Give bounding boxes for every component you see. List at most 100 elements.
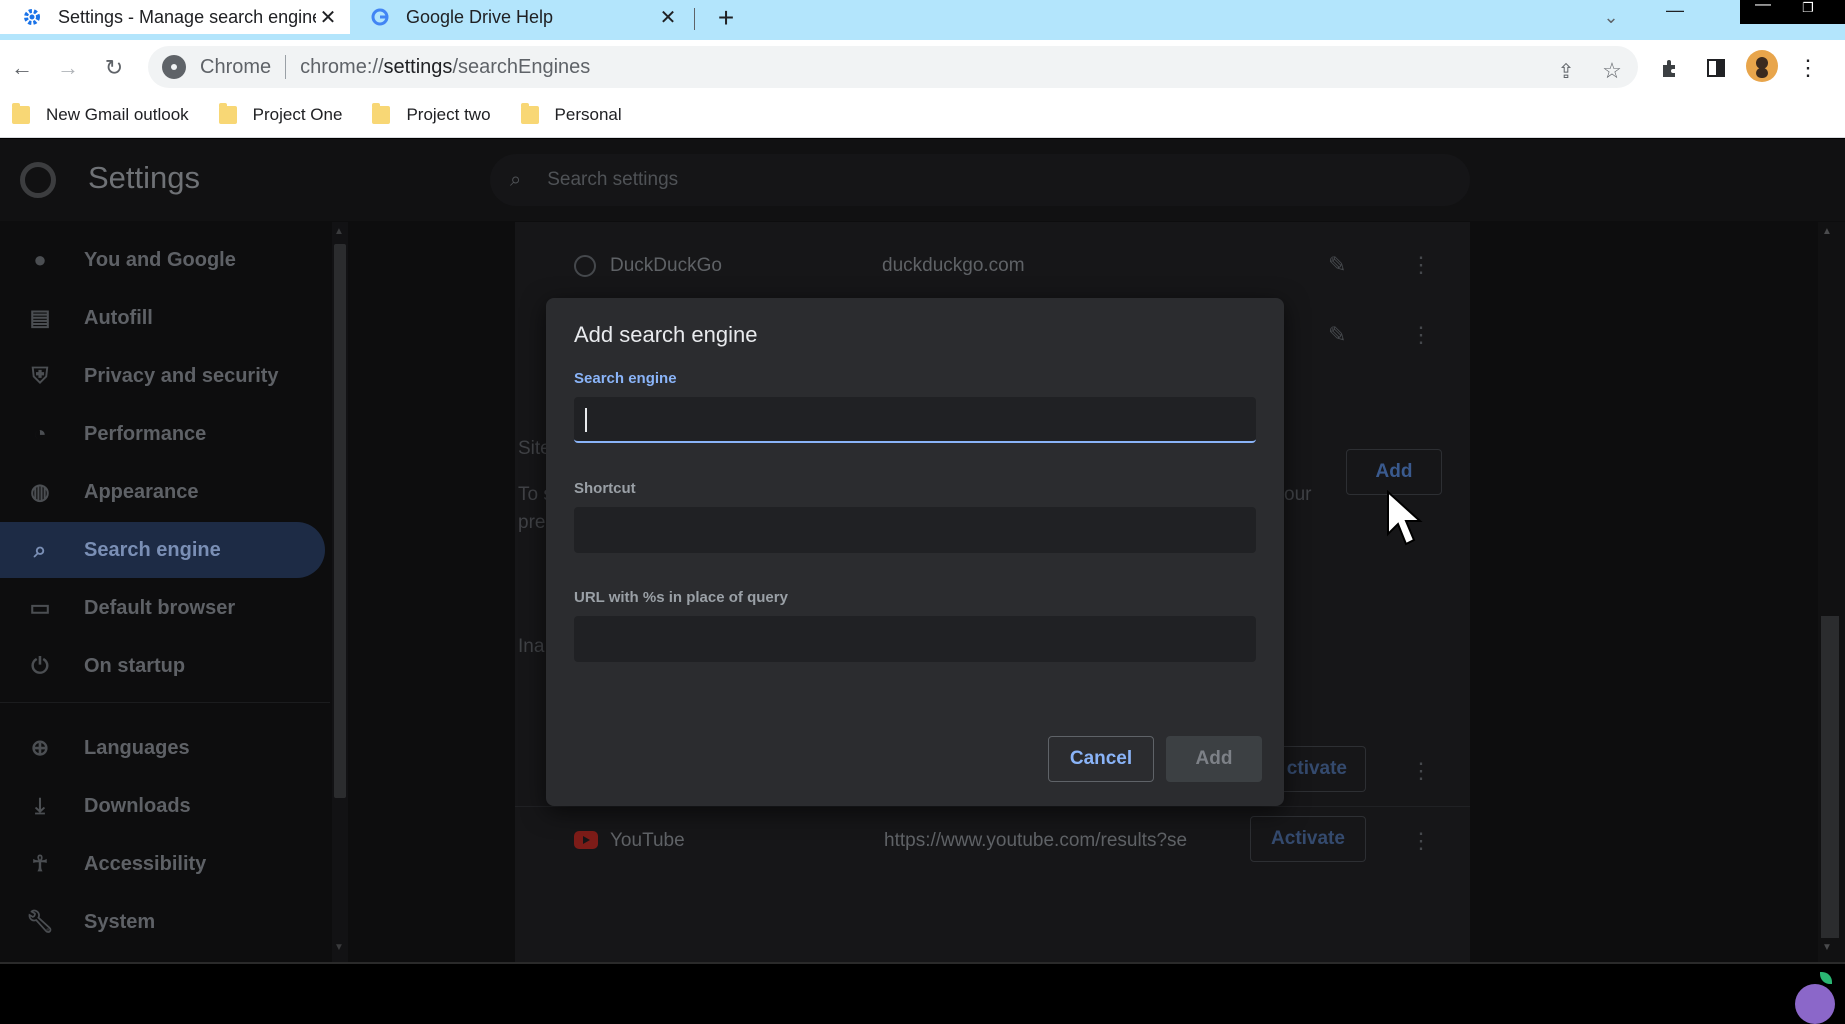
nav-label: Search engine xyxy=(84,538,221,561)
page-scrollbar-thumb[interactable] xyxy=(1821,616,1839,938)
bookmark-item[interactable]: Project two xyxy=(372,102,491,125)
row-divider xyxy=(515,806,1470,807)
nav-label: Downloads xyxy=(84,794,191,817)
bookmark-label: Personal xyxy=(554,104,622,124)
address-bar[interactable]: Chrome chrome:// settings /searchEngines xyxy=(148,46,1638,88)
folder-icon xyxy=(372,102,391,124)
folder-icon xyxy=(12,102,30,124)
tab-settings[interactable]: Settings - Manage search engine ✕ xyxy=(0,0,350,34)
nav-label: Default browser xyxy=(84,596,236,619)
close-tab-icon[interactable]: ✕ xyxy=(316,5,340,29)
extensions-icon[interactable] xyxy=(1652,50,1688,86)
tab-google-drive-help[interactable]: Google Drive Help ✕ xyxy=(360,0,690,34)
url-scheme: chrome:// xyxy=(300,55,384,78)
reload-icon[interactable]: ↻ xyxy=(96,50,132,86)
forward-icon[interactable]: → xyxy=(50,50,86,86)
sidebar-item-system[interactable]: 🔧︎ System xyxy=(0,894,325,950)
settings-search-input[interactable]: ⌕ Search settings xyxy=(490,154,1470,206)
search-engine-input[interactable] xyxy=(574,397,1256,443)
shortcut-input[interactable] xyxy=(574,507,1256,553)
folder-icon xyxy=(520,102,539,124)
bookmark-star-icon[interactable]: ☆ xyxy=(1594,53,1630,89)
power-icon: ⏻ xyxy=(31,653,49,678)
minimize-icon[interactable]: — xyxy=(1660,0,1690,26)
palette-icon: ◍ xyxy=(30,479,50,504)
profile-avatar[interactable] xyxy=(1746,50,1778,82)
sidebar-item-on-startup[interactable]: ⏻ On startup xyxy=(0,638,325,694)
dialog-title: Add search engine xyxy=(574,322,758,347)
google-g-icon xyxy=(368,5,392,29)
cancel-button[interactable]: Cancel xyxy=(1048,736,1154,782)
globe-icon xyxy=(574,255,596,277)
settings-sidebar: ● You and Google ▤ Autofill ⛨ Privacy and s… xyxy=(0,222,330,962)
scroll-up-arrow-icon[interactable]: ▲ xyxy=(334,226,344,237)
chrome-logo-icon xyxy=(20,162,56,198)
edit-pencil-icon[interactable]: ✎ xyxy=(1328,252,1346,278)
page-title: Settings xyxy=(88,160,201,195)
more-options-icon[interactable]: ⋮ xyxy=(1410,252,1432,278)
new-tab-button[interactable]: + xyxy=(710,2,742,34)
search-engine-label: Search engine xyxy=(574,370,677,387)
more-options-icon[interactable]: ⋮ xyxy=(1410,758,1432,784)
add-button[interactable]: Add xyxy=(1166,736,1262,782)
tab-title: Settings - Manage search engine xyxy=(58,6,316,27)
accessibility-icon: ☥ xyxy=(31,851,49,876)
omnibox-divider xyxy=(285,55,287,79)
share-icon[interactable]: ⇪ xyxy=(1548,53,1584,89)
scroll-down-arrow-icon[interactable]: ▼ xyxy=(1822,942,1832,953)
side-panel-icon[interactable] xyxy=(1698,50,1734,86)
menu-kebab-icon[interactable]: ⋮ xyxy=(1790,50,1826,86)
nav-label: On startup xyxy=(84,654,186,677)
shield-icon: ⛨ xyxy=(31,363,49,388)
bookmark-label: Project One xyxy=(252,104,343,124)
sidebar-item-languages[interactable]: ⊕ Languages xyxy=(0,720,325,776)
bookmark-item[interactable]: Project One xyxy=(218,102,343,125)
sidebar-item-accessibility[interactable]: ☥ Accessibility xyxy=(0,836,325,892)
mouse-cursor-icon xyxy=(1386,489,1426,555)
restore-icon[interactable]: ❐ xyxy=(1795,0,1821,24)
scroll-down-arrow-icon[interactable]: ▼ xyxy=(334,942,344,953)
nav-label: System xyxy=(84,910,156,933)
add-site-search-button[interactable]: Add xyxy=(1346,449,1442,495)
wrench-icon: 🔧︎ xyxy=(26,909,54,934)
close-tab-icon[interactable]: ✕ xyxy=(656,5,680,29)
tab-search-chevron-icon[interactable]: ⌄ xyxy=(1596,2,1626,32)
more-options-icon[interactable]: ⋮ xyxy=(1410,828,1432,854)
search-icon: ⌕ xyxy=(33,537,47,562)
back-icon[interactable]: ← xyxy=(4,50,40,86)
search-placeholder: Search settings xyxy=(547,169,679,190)
sidebar-item-you-and-google[interactable]: ● You and Google xyxy=(0,232,325,288)
scroll-up-arrow-icon[interactable]: ▲ xyxy=(1822,226,1832,237)
sidebar-item-default-browser[interactable]: ▭ Default browser xyxy=(0,580,325,636)
nav-label: Autofill xyxy=(84,306,153,329)
speedometer-icon: ◔ xyxy=(33,421,47,446)
more-options-icon[interactable]: ⋮ xyxy=(1410,322,1432,348)
sidebar-item-autofill[interactable]: ▤ Autofill xyxy=(0,290,325,346)
engine-keyword: duckduckgo.com xyxy=(882,255,1025,276)
site-label: Chrome xyxy=(200,55,272,78)
sidebar-scrollbar-thumb[interactable] xyxy=(334,244,346,798)
url-input[interactable] xyxy=(574,616,1256,662)
sidebar-item-performance[interactable]: ◔ Performance xyxy=(0,406,325,462)
bookmark-label: New Gmail outlook xyxy=(46,104,189,124)
sidebar-item-appearance[interactable]: ◍ Appearance xyxy=(0,464,325,520)
engine-url: https://www.youtube.com/results?se xyxy=(884,830,1188,851)
tab-title: Google Drive Help xyxy=(406,6,554,27)
globe-icon: ⊕ xyxy=(30,735,50,760)
minimize-icon[interactable]: — xyxy=(1750,0,1776,20)
sidebar-item-search-engine[interactable]: ⌕ Search engine xyxy=(0,522,325,578)
inactive-heading: Ina xyxy=(518,636,545,657)
edit-pencil-icon[interactable]: ✎ xyxy=(1328,322,1346,348)
sidebar-item-privacy[interactable]: ⛨ Privacy and security xyxy=(0,348,325,404)
activate-button[interactable]: Activate xyxy=(1250,816,1366,862)
url-host: settings xyxy=(383,55,453,78)
clipboard-icon: ▤ xyxy=(29,305,51,330)
sidebar-item-downloads[interactable]: ⤓ Downloads xyxy=(0,778,325,834)
bookmark-item[interactable]: New Gmail outlook xyxy=(12,102,189,125)
url-path: /searchEngines xyxy=(452,55,591,78)
search-icon: ⌕ xyxy=(510,168,522,191)
nav-label: You and Google xyxy=(84,248,236,271)
nav-label: Accessibility xyxy=(84,852,207,875)
bookmark-item[interactable]: Personal xyxy=(520,102,622,125)
gear-icon xyxy=(20,5,44,29)
